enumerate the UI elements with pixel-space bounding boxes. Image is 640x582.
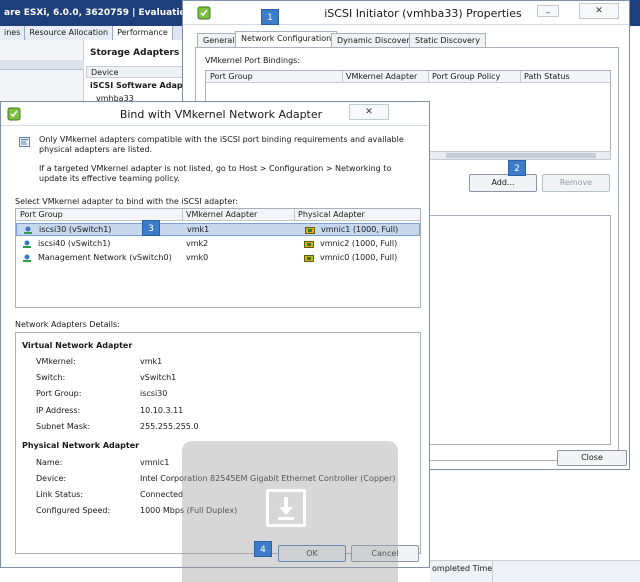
tab-resource-allocation[interactable]: Resource Allocation	[25, 26, 114, 40]
tab-network-configuration[interactable]: Network Configuration	[235, 31, 338, 48]
physical-adapter-section-title: Physical Network Adapter	[22, 441, 140, 450]
col-port-group[interactable]: Port Group	[210, 72, 253, 81]
column-divider	[182, 209, 183, 221]
info-icon	[19, 137, 30, 147]
detail-label: Switch:	[36, 373, 66, 382]
detail-label: IP Address:	[36, 406, 81, 415]
iscsi-dialog-title: iSCSI Initiator (vmhba33) Properties	[324, 7, 522, 20]
detail-label: Link Status:	[36, 490, 84, 499]
host-tab-strip: ines Resource Allocation Performance	[0, 26, 200, 40]
vmkernel-cell: vmk1	[187, 225, 210, 234]
col-physical-adapter[interactable]: Physical Adapter	[298, 210, 365, 219]
iscsi-tab-strip: General Network Configuration Dynamic Di…	[195, 31, 625, 48]
col-path-status[interactable]: Path Status	[524, 72, 570, 81]
network-adapters-details-label: Network Adapters Details:	[15, 320, 120, 329]
bind-dialog-title-bar: Bind with VMkernel Network Adapter ✕	[1, 102, 429, 126]
vmkernel-adapter-list[interactable]: Port Group VMkernel Adapter Physical Ada…	[15, 208, 421, 308]
col-vmkernel-adapter[interactable]: VMkernel Adapter	[346, 72, 417, 81]
iscsi-dialog-close-button[interactable]: ✕	[579, 3, 619, 19]
tab-general[interactable]: General	[197, 33, 241, 47]
column-divider	[428, 71, 429, 83]
inventory-panel-header	[0, 60, 84, 70]
tab-performance[interactable]: Performance	[113, 26, 173, 40]
minimize-icon: –	[545, 8, 551, 18]
detail-label: VMkernel:	[36, 357, 76, 366]
iscsi-software-adapter-row[interactable]: iSCSI Software Adap	[86, 80, 184, 92]
adapter-row-iscsi40[interactable]: iscsi40 (vSwitch1) vmk2 vmnic2 (1000, Fu…	[16, 238, 420, 251]
bind-dialog-title: Bind with VMkernel Network Adapter	[119, 108, 323, 121]
port-bindings-header: Port Group VMkernel Adapter Port Group P…	[206, 71, 610, 83]
port-group-icon	[24, 226, 32, 234]
vmkernel-cell: vmk0	[186, 253, 209, 262]
minimize-button[interactable]: –	[537, 5, 559, 18]
vmkernel-cell: vmk2	[186, 239, 209, 248]
detail-value-port-group: iscsi30	[140, 389, 168, 398]
iscsi-dialog-title-bar: iSCSI Initiator (vmhba33) Properties – ✕	[183, 1, 629, 25]
close-icon: ✕	[595, 6, 603, 16]
port-group-cell: Management Network (vSwitch0)	[38, 253, 172, 262]
step-marker-3: 3	[142, 220, 160, 236]
remove-button[interactable]: Remove	[542, 174, 610, 192]
close-button[interactable]: Close	[557, 450, 627, 466]
port-group-cell: iscsi40 (vSwitch1)	[38, 239, 111, 248]
detail-value-name: vmnic1	[140, 458, 170, 467]
physical-nic-icon	[305, 227, 315, 234]
completed-time-column[interactable]: ompleted Time	[432, 564, 492, 573]
physical-nic-icon	[304, 241, 314, 248]
download-arrow-icon	[278, 497, 294, 520]
tab-static-discovery[interactable]: Static Discovery	[409, 33, 486, 47]
step-marker-4: 4	[254, 541, 272, 557]
teaming-policy-info-text: If a targeted VMkernel adapter is not li…	[39, 164, 392, 183]
select-adapter-label: Select VMkernel adapter to bind with the…	[15, 197, 239, 206]
col-port-group[interactable]: Port Group	[20, 210, 63, 219]
col-vmkernel-adapter[interactable]: VMkernel Adapter	[186, 210, 257, 219]
detail-value-link-status: Connected	[140, 490, 184, 499]
port-group-cell: iscsi30 (vSwitch1)	[39, 225, 112, 234]
physical-adapter-cell: vmnic0 (1000, Full)	[320, 253, 398, 262]
detail-label: Device:	[36, 474, 67, 483]
adapter-row-iscsi30[interactable]: iscsi30 (vSwitch1) vmk1 vmnic1 (1000, Fu…	[16, 223, 420, 236]
port-group-icon	[23, 254, 31, 262]
physical-adapter-cell: vmnic2 (1000, Full)	[320, 239, 398, 248]
physical-adapter-cell: vmnic1 (1000, Full)	[321, 225, 399, 234]
adapter-row-management[interactable]: Management Network (vSwitch0) vmk0 vmnic…	[16, 252, 420, 265]
virtual-adapter-section-title: Virtual Network Adapter	[22, 341, 133, 350]
close-icon: ✕	[365, 107, 373, 117]
storage-adapters-title: Storage Adapters	[90, 48, 180, 58]
add-button[interactable]: Add...	[469, 174, 537, 192]
column-divider	[342, 71, 343, 83]
detail-label: Port Group:	[36, 389, 82, 398]
download-icon[interactable]	[266, 489, 306, 527]
vsphere-app-icon	[197, 6, 211, 20]
column-divider	[492, 560, 493, 582]
scrollbar-thumb[interactable]	[446, 153, 596, 158]
device-column-header[interactable]: Device	[86, 66, 184, 78]
physical-nic-icon	[304, 255, 314, 262]
column-divider	[520, 71, 521, 83]
detail-label: Name:	[36, 458, 63, 467]
tab-machines[interactable]: ines	[0, 26, 26, 40]
detail-label: Subnet Mask:	[36, 422, 91, 431]
bind-dialog-close-button[interactable]: ✕	[349, 104, 389, 120]
step-marker-2: 2	[508, 160, 526, 176]
detail-label: Configured Speed:	[36, 506, 111, 515]
detail-value-ip-address: 10.10.3.11	[140, 406, 184, 415]
step-marker-1: 1	[261, 9, 279, 25]
col-port-group-policy[interactable]: Port Group Policy	[432, 72, 500, 81]
detail-value-vmkernel: vmk1	[140, 357, 163, 366]
compatibility-info-text: Only VMkernel adapters compatible with t…	[39, 135, 404, 154]
port-group-icon	[23, 240, 31, 248]
adapter-list-header: Port Group VMkernel Adapter Physical Ada…	[16, 209, 420, 221]
tab-dynamic-discovery[interactable]: Dynamic Discovery	[331, 33, 421, 47]
detail-value-subnet-mask: 255.255.255.0	[140, 422, 199, 431]
vsphere-app-icon	[7, 107, 21, 121]
detail-value-switch: vSwitch1	[140, 373, 177, 382]
column-divider	[294, 209, 295, 221]
port-bindings-label: VMkernel Port Bindings:	[205, 56, 301, 65]
